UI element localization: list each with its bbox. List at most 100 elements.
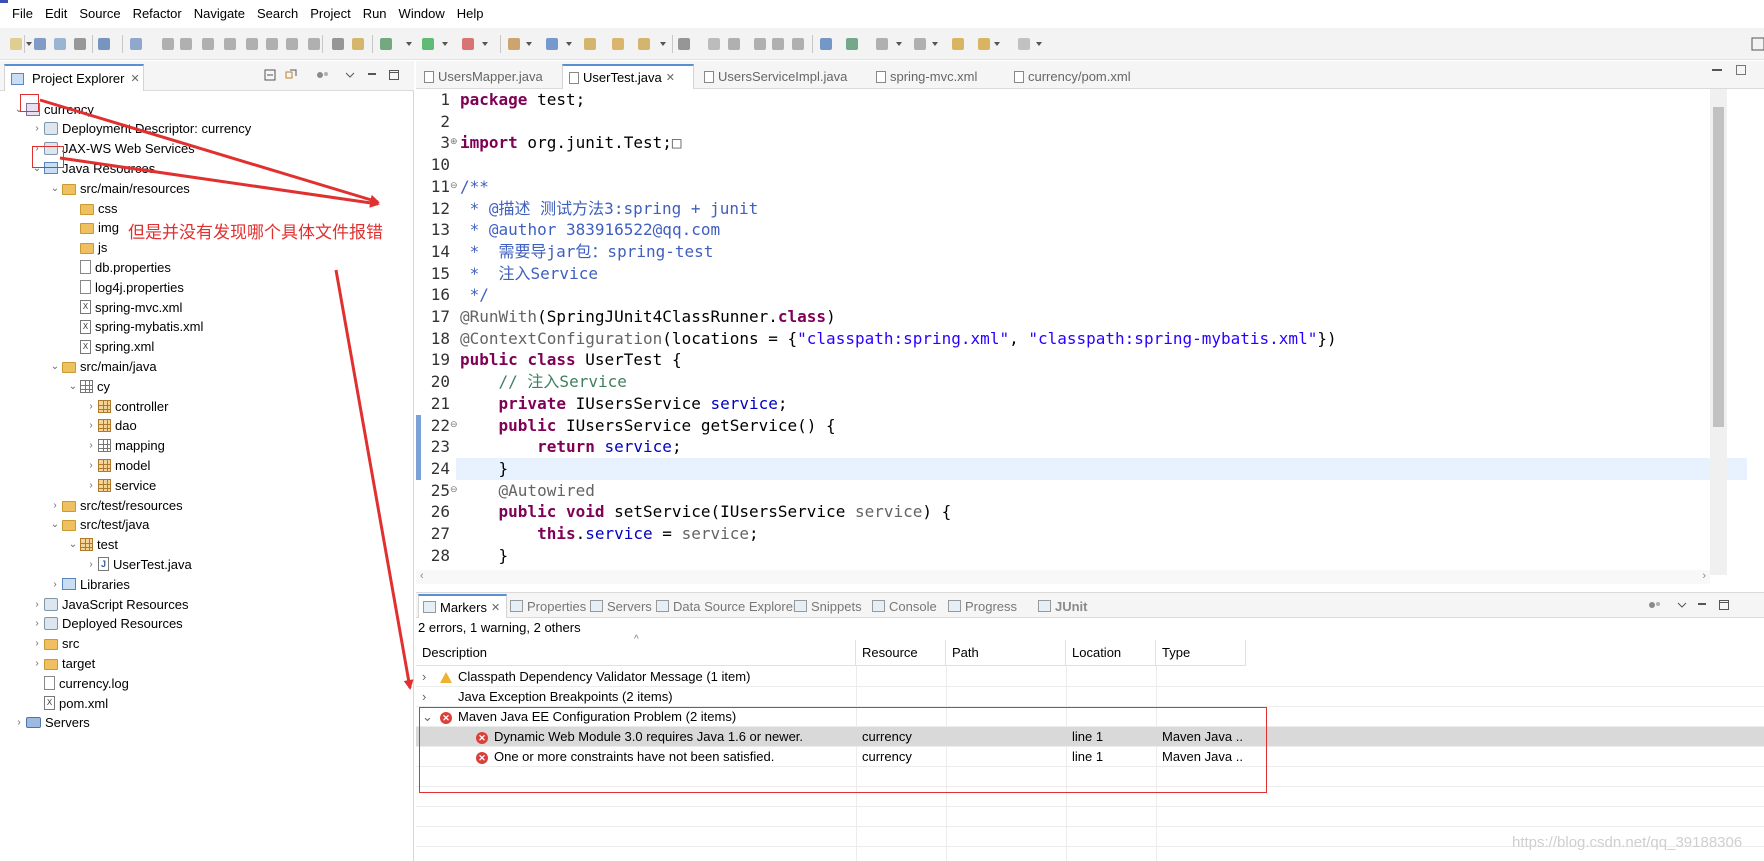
menu-item-source[interactable]: Source xyxy=(73,0,126,28)
tree-item-db-properties[interactable]: db.properties xyxy=(66,257,171,277)
collapse-fold-icon[interactable]: ⊖ xyxy=(450,484,458,495)
maximize-icon[interactable] xyxy=(1736,65,1746,75)
tab-junit[interactable]: JUnit xyxy=(1034,594,1088,618)
globe-icon[interactable] xyxy=(818,36,834,52)
chevron-right-icon[interactable]: › xyxy=(30,122,44,136)
chevron-right-icon[interactable]: › xyxy=(84,557,98,571)
tree-item-css[interactable]: css xyxy=(66,198,118,218)
column-header-path[interactable]: Path xyxy=(946,640,1066,666)
format-icon[interactable] xyxy=(790,36,806,52)
chevron-right-icon[interactable]: › xyxy=(84,478,98,492)
menu-item-help[interactable]: Help xyxy=(451,0,490,28)
tree-item-src[interactable]: › src xyxy=(30,634,79,654)
tree-item-spring-mvc-xml[interactable]: Xspring-mvc.xml xyxy=(66,297,182,317)
tab-markers[interactable]: Markers ✕ xyxy=(418,594,508,618)
editor-vertical-scrollbar[interactable] xyxy=(1710,89,1727,575)
dropdown-arrow-icon[interactable] xyxy=(526,42,532,46)
code-editor[interactable]: 1 2 3 10 11 12 13 14 15 16 17 18 19 20 21 22 23 24 25 26 27 2… xyxy=(416,89,1747,575)
tab-project-explorer[interactable]: Project Explorer ✕ xyxy=(4,64,144,91)
save-icon[interactable] xyxy=(32,36,48,52)
tree-item-src-main-resources[interactable]: ⌄ src/main/resources xyxy=(48,178,190,198)
maximize-icon[interactable] xyxy=(388,69,400,81)
mark-occurrences-icon[interactable] xyxy=(676,36,692,52)
editor-tab-usersserviceimpl-java[interactable]: UsersServiceImpl.java xyxy=(698,64,866,89)
tree-item-javascript-resources[interactable]: › JavaScript Resources xyxy=(30,594,188,614)
minimize-icon[interactable] xyxy=(1696,599,1708,611)
scroll-left-icon[interactable]: ‹ xyxy=(420,570,424,582)
table-row[interactable]: › Java Exception Breakpoints (2 items) xyxy=(416,687,1764,707)
tree-item-servers[interactable]: › Servers xyxy=(12,713,89,733)
chevron-down-icon[interactable]: ⌄ xyxy=(48,359,62,373)
minimize-icon[interactable] xyxy=(366,69,378,81)
dropdown-arrow-icon[interactable] xyxy=(406,42,412,46)
dropdown-arrow-icon[interactable] xyxy=(896,42,902,46)
editor-horizontal-scrollbar[interactable]: ‹ › xyxy=(416,570,1710,584)
tree-item-spring-mybatis-xml[interactable]: Xspring-mybatis.xml xyxy=(66,317,203,337)
sort-ascending-icon[interactable]: ^ xyxy=(634,634,639,645)
tree-item-img[interactable]: img xyxy=(66,218,119,238)
drop-to-frame-icon[interactable] xyxy=(306,36,322,52)
back-icon[interactable] xyxy=(976,36,992,52)
tree-item-src-test-resources[interactable]: › src/test/resources xyxy=(48,495,182,515)
chevron-right-icon[interactable]: › xyxy=(48,498,62,512)
tree-item-mapping[interactable]: › mapping xyxy=(84,436,165,456)
expand-fold-icon[interactable]: ⊕ xyxy=(450,136,458,147)
chevron-right-icon[interactable]: › xyxy=(84,458,98,472)
new-server-icon[interactable] xyxy=(506,36,522,52)
run-icon[interactable] xyxy=(420,36,436,52)
chevron-down-icon[interactable]: ⌄ xyxy=(48,518,62,532)
search-icon[interactable] xyxy=(636,36,652,52)
tree-item-log4j-properties[interactable]: log4j.properties xyxy=(66,277,184,297)
tree-item-libraries[interactable]: › Libraries xyxy=(48,574,130,594)
skip-breakpoints-icon[interactable] xyxy=(128,36,144,52)
disconnect-icon[interactable] xyxy=(222,36,238,52)
tree-item-src-main-java[interactable]: ⌄ src/main/java xyxy=(48,356,157,376)
tree-item-dao[interactable]: › dao xyxy=(84,416,136,436)
toggle-wordwrap-icon[interactable] xyxy=(330,36,346,52)
menu-item-project[interactable]: Project xyxy=(304,0,356,28)
new-icon[interactable] xyxy=(8,36,24,52)
minimize-icon[interactable] xyxy=(1712,69,1722,71)
chevron-right-icon[interactable]: › xyxy=(30,656,44,670)
scrollbar-thumb[interactable] xyxy=(1713,107,1724,427)
filters-icon[interactable] xyxy=(316,69,328,81)
dropdown-arrow-icon[interactable] xyxy=(994,42,1000,46)
chevron-right-icon[interactable]: › xyxy=(30,617,44,631)
print-icon[interactable] xyxy=(72,36,88,52)
chevron-right-icon[interactable]: › xyxy=(84,399,98,413)
collapse-fold-icon[interactable]: ⊖ xyxy=(450,180,458,191)
tab-progress[interactable]: Progress xyxy=(944,594,1017,618)
chevron-right-icon[interactable]: › xyxy=(30,597,44,611)
tree-item-test[interactable]: ⌄ test xyxy=(66,535,118,555)
chevron-right-icon[interactable]: › xyxy=(84,439,98,453)
new-web-icon[interactable] xyxy=(544,36,560,52)
column-header-resource[interactable]: Resource xyxy=(856,640,946,666)
run-external-icon[interactable] xyxy=(460,36,476,52)
dropdown-arrow-icon[interactable] xyxy=(1036,42,1042,46)
tree-item-js[interactable]: js xyxy=(66,238,107,258)
toggle-block-icon[interactable] xyxy=(350,36,366,52)
next-annotation-icon[interactable] xyxy=(874,36,890,52)
chevron-right-icon[interactable]: › xyxy=(12,716,26,730)
tree-item-deployed-resources[interactable]: › Deployed Resources xyxy=(30,614,182,634)
editor-tab-usersmapper-java[interactable]: UsersMapper.java xyxy=(418,64,558,89)
chevron-right-icon[interactable]: › xyxy=(422,687,426,707)
save-all-icon[interactable] xyxy=(52,36,68,52)
refresh-icon[interactable] xyxy=(844,36,860,52)
terminate-icon[interactable] xyxy=(200,36,216,52)
edit-icon[interactable] xyxy=(726,36,742,52)
dropdown-arrow-icon[interactable] xyxy=(932,42,938,46)
filters-icon[interactable] xyxy=(1648,599,1660,611)
step-return-icon[interactable] xyxy=(284,36,300,52)
editor-tab-usertest-java[interactable]: UserTest.java ✕ xyxy=(562,64,694,89)
show-whitespace-icon[interactable] xyxy=(770,36,786,52)
editor-tab-currency-pom-xml[interactable]: currency/pom.xml xyxy=(1008,64,1158,89)
tree-item-currency-log[interactable]: currency.log xyxy=(30,673,129,693)
open-perspective-icon[interactable] xyxy=(1750,36,1764,52)
menu-item-run[interactable]: Run xyxy=(357,0,393,28)
menu-item-navigate[interactable]: Navigate xyxy=(188,0,251,28)
tab-properties[interactable]: Properties xyxy=(506,594,586,618)
chevron-right-icon[interactable]: › xyxy=(422,667,426,687)
terminal-icon[interactable] xyxy=(96,36,112,52)
last-edit-icon[interactable] xyxy=(950,36,966,52)
